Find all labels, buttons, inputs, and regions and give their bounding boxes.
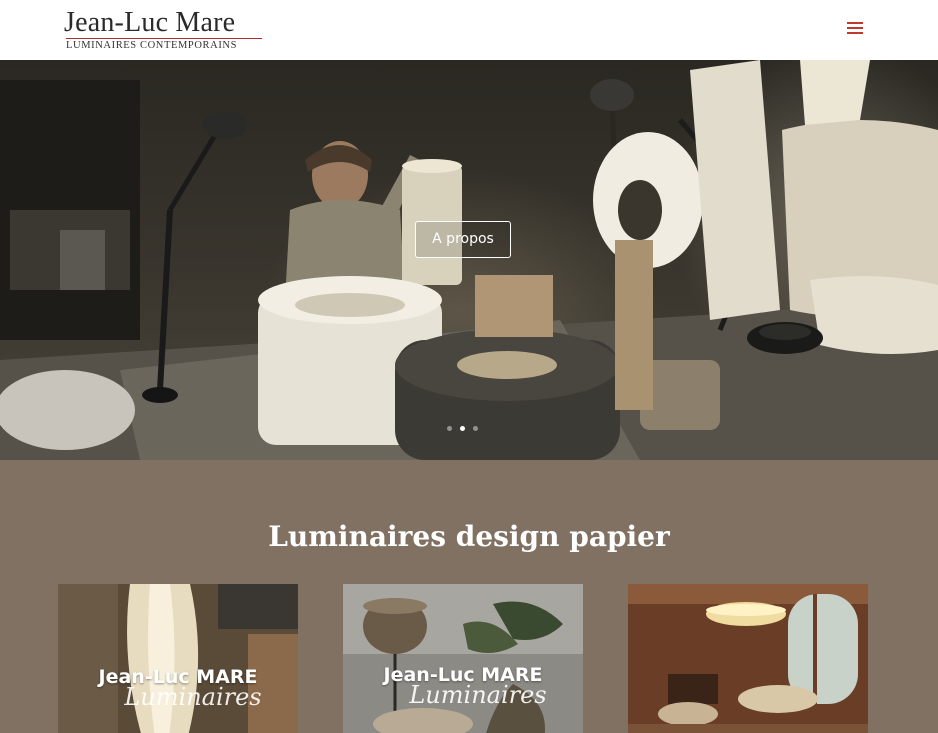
product-card-2[interactable]: Jean-Luc MARE Luminaires [343,584,583,733]
slider-dot-3[interactable] [473,426,478,431]
card-1-overlay: Jean-Luc MARE Luminaires [58,666,298,710]
products-section: Luminaires design papier Jean-Luc MARE L… [0,460,938,733]
logo-divider [66,38,262,39]
logo-tagline: LUMINAIRES CONTEMPORAINS [66,40,238,51]
product-card-2-photo [343,584,583,733]
logo-name: Jean-Luc Mare [64,7,236,38]
product-card-1[interactable]: Jean-Luc MARE Luminaires [58,584,298,733]
product-card-3[interactable] [628,584,868,733]
about-button[interactable]: A propos [415,221,511,258]
menu-bar-top [847,22,863,24]
slider-dot-2[interactable] [460,426,465,431]
hamburger-menu-icon[interactable] [847,21,865,35]
section-title: Luminaires design papier [268,520,670,553]
slider-dot-1[interactable] [447,426,452,431]
product-card-3-photo [628,584,868,733]
hero-slider: A propos [0,60,938,460]
card-2-overlay: Jean-Luc MARE Luminaires [343,664,583,708]
menu-bar-middle [847,27,863,29]
site-logo[interactable]: Jean-Luc Mare LUMINAIRES CONTEMPORAINS [64,9,264,51]
menu-bar-bottom [847,32,863,34]
hero-workshop-photo [0,60,938,460]
site-header: Jean-Luc Mare LUMINAIRES CONTEMPORAINS [0,0,938,60]
